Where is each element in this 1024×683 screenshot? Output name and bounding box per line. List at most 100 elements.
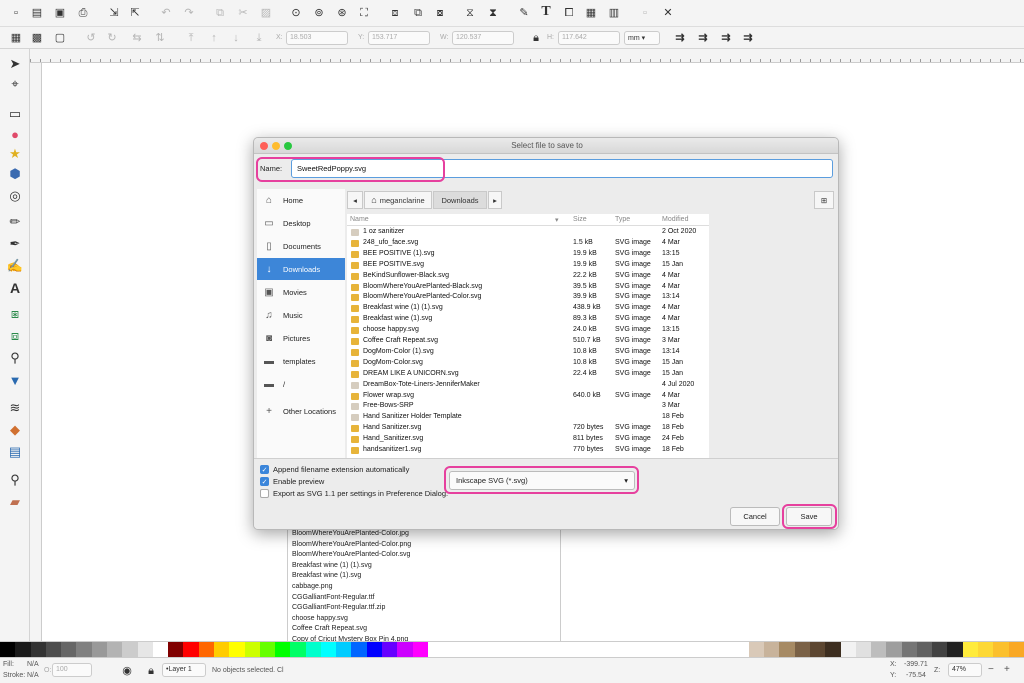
duplicate-icon[interactable]: ⧈ <box>388 6 402 20</box>
col-name[interactable]: Name <box>350 216 369 223</box>
cancel-button[interactable]: Cancel <box>730 507 780 526</box>
color-swatch[interactable] <box>106 642 123 657</box>
spiral-tool-icon[interactable]: ◎ <box>6 187 24 205</box>
file-row[interactable]: Coffee Craft Repeat.svg 510.7 kB SVG image… <box>347 336 709 347</box>
sidebar-item-home[interactable]: ⌂ Home <box>257 189 345 211</box>
new-folder-button[interactable]: ⊞ <box>814 191 834 209</box>
enable-preview-checkbox[interactable]: ✓ Enable preview <box>260 477 324 486</box>
color-swatch[interactable] <box>152 642 169 657</box>
file-row[interactable]: Breakfast wine (1) (1).svg 438.9 kB SVG im… <box>347 303 709 314</box>
color-swatch[interactable] <box>901 642 917 657</box>
file-row[interactable]: BloomWhereYouArePlanted-Color.svg 39.9 kB… <box>347 292 709 303</box>
lock-layer-icon[interactable]: 🔒︎ <box>144 664 158 678</box>
color-swatch[interactable] <box>168 642 184 657</box>
color-swatch[interactable] <box>45 642 62 657</box>
raise-top-icon[interactable]: ⤒ <box>184 31 198 45</box>
list-item[interactable]: Breakfast wine (1) (1).svg <box>288 561 560 572</box>
color-swatch[interactable] <box>259 642 276 657</box>
copy-icon[interactable]: ⧉ <box>213 6 227 20</box>
file-row[interactable]: BeKindSunflower-Black.svg 22.2 kB SVG imag… <box>347 271 709 282</box>
flip-horizontal-icon[interactable]: ⇆ <box>130 31 144 45</box>
color-swatch[interactable] <box>794 642 810 657</box>
h-field[interactable]: 117.642 <box>558 31 620 45</box>
sidebar-item-music[interactable]: ♫ Music <box>257 304 345 326</box>
path-back-button[interactable]: ◂ <box>347 191 363 209</box>
raise-icon[interactable]: ↑ <box>207 31 221 45</box>
zoom-drawing-icon[interactable]: ⊚ <box>312 6 326 20</box>
flip-vertical-icon[interactable]: ⇅ <box>153 31 167 45</box>
path-downloads-button[interactable]: Downloads <box>433 191 487 209</box>
file-row[interactable]: Hand Sanitizer Holder Template 18 Feb <box>347 412 709 423</box>
lower-icon[interactable]: ↓ <box>229 31 243 45</box>
col-modified[interactable]: Modified <box>662 216 688 223</box>
lower-bottom-icon[interactable]: ⤓ <box>252 31 266 45</box>
sidebar-item-downloads[interactable]: ↓ Downloads <box>257 258 345 280</box>
lock-icon[interactable]: 🔒︎ <box>529 31 543 45</box>
file-row[interactable]: Hand Sanitizer.svg 720 bytes SVG image 18 F… <box>347 423 709 434</box>
color-swatch[interactable] <box>320 642 337 657</box>
align-distribute-icon[interactable]: ▥ <box>607 6 621 20</box>
paint-bucket-tool-icon[interactable]: ▼ <box>6 371 24 389</box>
color-swatch[interactable] <box>244 642 260 657</box>
color-swatch[interactable] <box>916 642 933 657</box>
color-swatch[interactable] <box>30 642 46 657</box>
color-swatch[interactable] <box>351 642 367 657</box>
undo-icon[interactable]: ↶ <box>159 6 173 20</box>
color-swatch[interactable] <box>779 642 795 657</box>
color-swatch[interactable] <box>855 642 872 657</box>
w-field[interactable]: 120.537 <box>452 31 514 45</box>
selector-tool-icon[interactable]: ➤ <box>6 55 24 73</box>
preferences-icon[interactable]: ▫ <box>638 6 652 20</box>
zoom-width-icon[interactable]: ⛶ <box>357 6 371 20</box>
color-swatch[interactable] <box>0 642 16 657</box>
list-item[interactable]: BloomWhereYouArePlanted-Color.jpg <box>288 529 560 540</box>
zoom-selection-icon[interactable]: ⊙ <box>289 6 303 20</box>
clone-icon[interactable]: ⧉ <box>411 6 425 20</box>
color-swatch[interactable] <box>61 642 77 657</box>
minimize-window-icon[interactable] <box>272 142 280 150</box>
file-row[interactable]: Flower wrap.svg 640.0 kB SVG image 4 Mar <box>347 391 709 402</box>
color-swatch[interactable] <box>962 642 979 657</box>
path-forward-button[interactable]: ▸ <box>488 191 502 209</box>
gradient-tool-icon[interactable]: ▤ <box>6 443 24 461</box>
color-swatch[interactable] <box>412 642 428 657</box>
color-swatch[interactable] <box>275 642 291 657</box>
color-swatch[interactable] <box>305 642 321 657</box>
sidebar-item-documents[interactable]: ▯ Documents <box>257 235 345 257</box>
color-swatch[interactable] <box>91 642 107 657</box>
unlink-clone-icon[interactable]: ⧇ <box>433 6 447 20</box>
color-swatch[interactable] <box>366 642 383 657</box>
select-all-icon[interactable]: ▦ <box>9 31 23 45</box>
list-item[interactable]: BloomWhereYouArePlanted-Color.svg <box>288 550 560 561</box>
y-field[interactable]: 153.717 <box>368 31 430 45</box>
measure-tool-icon[interactable]: ▰ <box>6 493 24 511</box>
pencil-tool-icon[interactable]: ✏ <box>6 213 24 231</box>
sidebar-item-pictures[interactable]: ◙ Pictures <box>257 327 345 349</box>
sidebar-item-desktop[interactable]: ▭ Desktop <box>257 212 345 234</box>
file-row[interactable]: 1 oz sanitizer 2 Oct 2020 <box>347 227 709 238</box>
connector-tool-icon[interactable]: ⧈ <box>6 327 24 345</box>
color-swatch[interactable] <box>871 642 887 657</box>
color-swatch[interactable] <box>397 642 413 657</box>
list-item[interactable]: Coffee Craft Repeat.svg <box>288 624 560 635</box>
color-swatch[interactable] <box>886 642 902 657</box>
zoom-page-icon[interactable]: ⊛ <box>335 6 349 20</box>
pen-tool-icon[interactable]: ✒ <box>6 235 24 253</box>
open-icon[interactable]: ▤ <box>30 6 44 20</box>
file-row[interactable]: DREAM LIKE A UNICORN.svg 22.4 kB SVG image… <box>347 369 709 380</box>
list-item[interactable]: choose happy.svg <box>288 614 560 625</box>
color-swatch[interactable] <box>122 642 138 657</box>
file-row[interactable]: Free-Bows-SRP 3 Mar <box>347 401 709 412</box>
col-type[interactable]: Type <box>615 216 630 223</box>
select-all-layers-icon[interactable]: ▩ <box>30 31 44 45</box>
ungroup-icon[interactable]: ⧗ <box>486 6 500 20</box>
export-svg11-checkbox[interactable]: Export as SVG 1.1 per settings in Prefer… <box>260 489 448 498</box>
color-swatch[interactable] <box>229 642 245 657</box>
zoom-tool-icon[interactable]: ⚲ <box>6 471 24 489</box>
color-swatch[interactable] <box>15 642 31 657</box>
x-field[interactable]: 18.503 <box>286 31 348 45</box>
zoom-minus-icon[interactable]: − <box>988 664 994 675</box>
opacity-field[interactable]: 100 <box>52 663 92 677</box>
move-patterns-icon[interactable]: ⇉ <box>741 31 755 45</box>
color-swatch[interactable] <box>1008 642 1024 657</box>
